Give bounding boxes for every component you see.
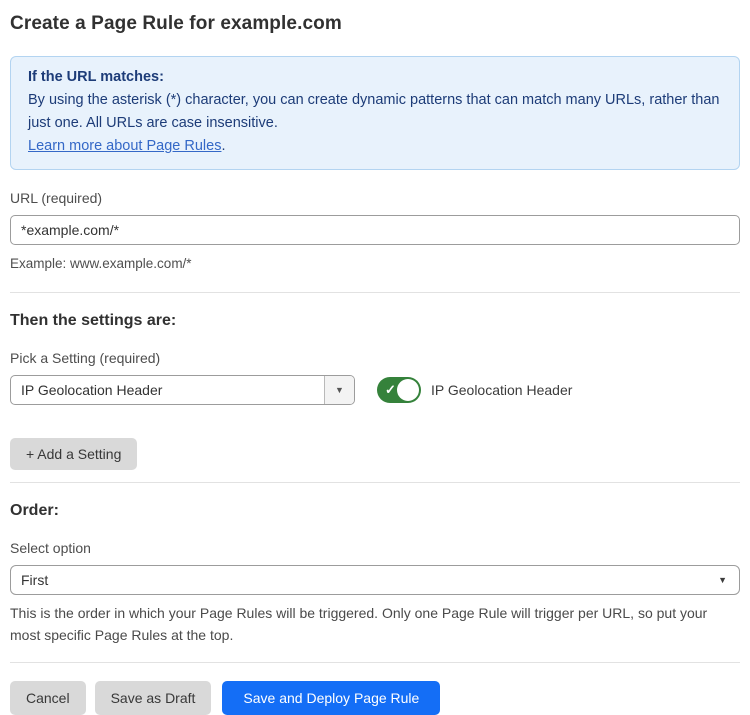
settings-section-heading: Then the settings are:	[10, 312, 740, 330]
setting-row: IP Geolocation Header ▼ ✓ IP Geolocation…	[10, 375, 740, 405]
action-bar: Cancel Save as Draft Save and Deploy Pag…	[10, 681, 740, 715]
url-label: URL (required)	[10, 190, 740, 206]
info-box-heading: If the URL matches:	[28, 66, 722, 89]
save-deploy-button[interactable]: Save and Deploy Page Rule	[222, 681, 440, 715]
url-match-info-box: If the URL matches: By using the asteris…	[10, 56, 740, 170]
divider	[10, 292, 740, 293]
cancel-button[interactable]: Cancel	[10, 681, 86, 715]
info-box-body: By using the asterisk (*) character, you…	[28, 89, 722, 135]
learn-more-link[interactable]: Learn more about Page Rules	[28, 138, 221, 154]
info-box-link-line: Learn more about Page Rules.	[28, 135, 722, 158]
url-example-hint: Example: www.example.com/*	[10, 253, 740, 275]
toggle-knob	[397, 379, 419, 401]
page-title: Create a Page Rule for example.com	[10, 13, 740, 35]
check-icon: ✓	[385, 383, 396, 396]
link-suffix: .	[221, 138, 225, 154]
divider	[10, 662, 740, 663]
url-input[interactable]	[10, 215, 740, 245]
toggle-label: IP Geolocation Header	[431, 382, 572, 398]
pick-setting-label: Pick a Setting (required)	[10, 350, 740, 366]
dropdown-arrow-icon: ▼	[718, 575, 727, 585]
divider	[10, 482, 740, 483]
setting-select-arrow-button[interactable]: ▼	[324, 376, 354, 404]
order-select[interactable]: First ▼	[10, 565, 740, 595]
ip-geolocation-toggle[interactable]: ✓	[377, 377, 421, 403]
add-setting-button[interactable]: + Add a Setting	[10, 438, 137, 470]
setting-select-value: IP Geolocation Header	[11, 376, 324, 404]
dropdown-arrow-icon: ▼	[335, 385, 344, 395]
create-page-rule-form: Create a Page Rule for example.com If th…	[0, 13, 750, 715]
save-draft-button[interactable]: Save as Draft	[95, 681, 212, 715]
order-help-text: This is the order in which your Page Rul…	[10, 602, 740, 646]
setting-select[interactable]: IP Geolocation Header ▼	[10, 375, 355, 405]
order-section-heading: Order:	[10, 502, 740, 520]
order-select-value: First	[21, 572, 718, 588]
order-select-label: Select option	[10, 540, 740, 556]
